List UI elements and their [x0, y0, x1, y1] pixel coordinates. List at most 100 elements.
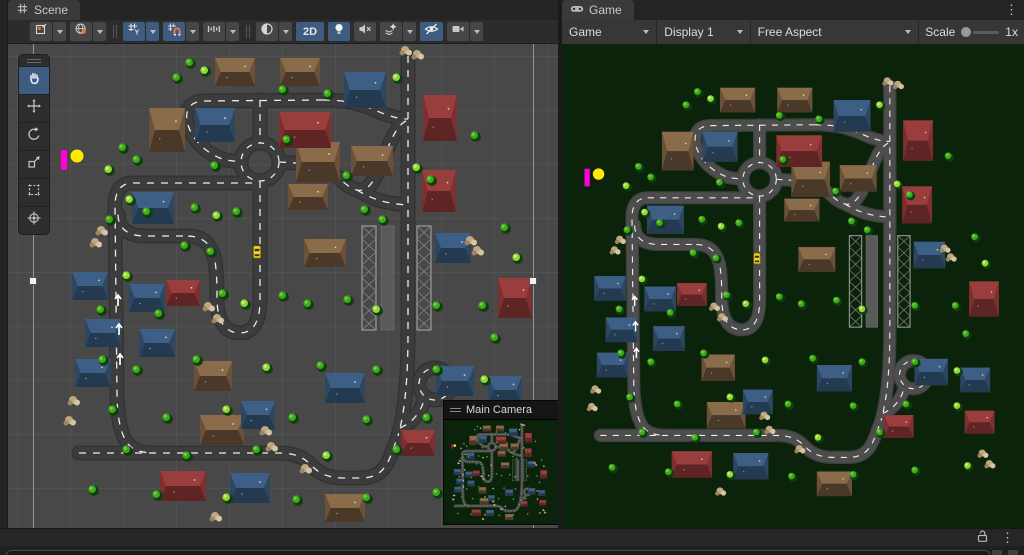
transform-tool-icon: [26, 210, 42, 231]
pivot-icon: [34, 22, 48, 41]
game-toolbar: Game Display 1 Free Aspect Scale 1x: [562, 20, 1024, 45]
display-dropdown[interactable]: Display 1: [657, 20, 751, 44]
scale-control: Scale 1x: [919, 20, 1024, 44]
scene-toolbar: Y 2D: [8, 20, 558, 44]
grid-visibility-dropdown[interactable]: [146, 22, 159, 41]
scene-camera-icon: [451, 22, 465, 41]
grid-snapping-button[interactable]: [163, 22, 185, 41]
view-2d-label: 2D: [303, 25, 318, 38]
game-viewport[interactable]: [562, 45, 1024, 529]
scene-viewport[interactable]: Main Camera: [8, 44, 558, 528]
chevron-down-icon: [473, 29, 480, 34]
display-value: Display 1: [664, 25, 714, 39]
draw-mode-button[interactable]: [256, 22, 278, 41]
tool-settings-dropdown[interactable]: [53, 22, 66, 41]
grid-y-icon: Y: [127, 22, 141, 41]
snap-increment-dropdown[interactable]: [226, 22, 239, 41]
effects-menu-button[interactable]: [380, 22, 403, 41]
camera-preview-title: Main Camera: [466, 404, 533, 416]
tool-palette-grip[interactable]: [19, 55, 49, 66]
globe-icon: [74, 22, 88, 41]
unlock-icon[interactable]: [976, 529, 989, 548]
hidden-objects-toggle[interactable]: [420, 22, 444, 41]
camera-settings-dropdown[interactable]: [470, 22, 484, 41]
camera-preview-panel: Main Camera: [443, 400, 558, 525]
lower-panel-search-hint: [6, 550, 990, 555]
kebab-icon[interactable]: ⋮: [1001, 530, 1014, 546]
toolbar-divider: [246, 25, 250, 38]
svg-text:Y: Y: [135, 30, 140, 36]
tool-palette: [18, 54, 50, 235]
lower-panel-edge: [0, 546, 1024, 555]
move-tool-icon: [26, 98, 42, 119]
game-tab-label: Game: [589, 3, 622, 17]
rotate-tool-button[interactable]: [19, 122, 49, 150]
game-canvas: [584, 77, 999, 497]
game-mode-dropdown[interactable]: Game: [562, 20, 658, 44]
snap-increment-button[interactable]: [203, 22, 225, 41]
scene-lighting-toggle[interactable]: [328, 22, 351, 41]
aspect-value: Free Aspect: [757, 25, 822, 39]
window-edge-strip: [0, 0, 8, 555]
camera-settings-button[interactable]: [447, 22, 470, 41]
scale-label: Scale: [925, 25, 956, 39]
shaded-sphere-icon: [260, 22, 274, 41]
chevron-down-icon: [149, 29, 156, 34]
speaker-muted-icon: [358, 22, 372, 41]
chevron-down-icon: [189, 29, 196, 34]
scene-tab-label: Scene: [34, 3, 69, 17]
grid-visibility-button[interactable]: Y: [123, 22, 145, 41]
game-mode-value: Game: [569, 25, 602, 39]
eye-slash-icon: [424, 22, 439, 41]
handle-rotation-button[interactable]: [70, 22, 92, 41]
rect-tool-button[interactable]: [19, 178, 49, 206]
selection-handle-right[interactable]: [529, 277, 537, 285]
scene-tabbar: Scene: [8, 0, 558, 20]
handle-rotation-dropdown[interactable]: [93, 22, 106, 41]
chevron-down-icon: [643, 30, 650, 34]
aspect-ratio-dropdown[interactable]: Free Aspect: [750, 20, 920, 44]
hand-tool-button[interactable]: [19, 66, 49, 94]
ruler-icon: [207, 22, 221, 41]
move-tool-button[interactable]: [19, 94, 49, 122]
game-panel: Game ⋮ Game Display 1 Free Aspect Scale …: [562, 0, 1024, 529]
audio-mute-toggle[interactable]: [354, 22, 377, 41]
view-2d-toggle[interactable]: 2D: [296, 22, 325, 41]
scale-slider-track[interactable]: [973, 30, 1000, 34]
effects-menu-dropdown[interactable]: [403, 22, 417, 41]
chevron-down-icon: [406, 29, 413, 34]
scene-panel: Scene Y 2D Main Camera: [8, 0, 558, 528]
status-bar: ⋮: [0, 528, 1024, 546]
selection-handle-left[interactable]: [29, 277, 37, 285]
scale-tool-button[interactable]: [19, 150, 49, 178]
chevron-down-icon: [56, 29, 63, 34]
camera-preview-body: [444, 419, 558, 524]
drag-handle-icon: [450, 408, 461, 412]
toolbar-divider: [113, 25, 117, 38]
chevron-down-icon: [282, 29, 289, 34]
transform-tool-button[interactable]: [19, 206, 49, 234]
gamepad-icon: [570, 2, 584, 18]
grid-snapping-dropdown[interactable]: [186, 22, 199, 41]
lower-panel-icon: [992, 550, 1002, 555]
kebab-icon[interactable]: ⋮: [1005, 2, 1018, 18]
hand-tool-icon: [26, 70, 42, 91]
tool-settings-button[interactable]: [30, 22, 52, 41]
chevron-down-icon: [905, 30, 912, 34]
game-tabbar: Game ⋮: [562, 0, 1024, 20]
grid-magnet-icon: [167, 22, 181, 41]
lower-panel-icon: [1008, 550, 1018, 555]
grid-icon: [16, 2, 29, 18]
draw-mode-dropdown[interactable]: [279, 22, 292, 41]
effects-star-icon: [384, 22, 398, 41]
chevron-down-icon: [736, 30, 743, 34]
scale-value: 1x: [1005, 25, 1018, 39]
lightbulb-icon: [332, 22, 346, 41]
scale-slider-knob[interactable]: [961, 27, 972, 37]
tab-game[interactable]: Game: [562, 0, 634, 20]
camera-preview-titlebar[interactable]: Main Camera: [444, 401, 558, 419]
camera-preview-canvas: [451, 423, 548, 520]
chevron-down-icon: [96, 29, 103, 34]
rect-tool-icon: [26, 182, 42, 203]
tab-scene[interactable]: Scene: [8, 0, 81, 20]
